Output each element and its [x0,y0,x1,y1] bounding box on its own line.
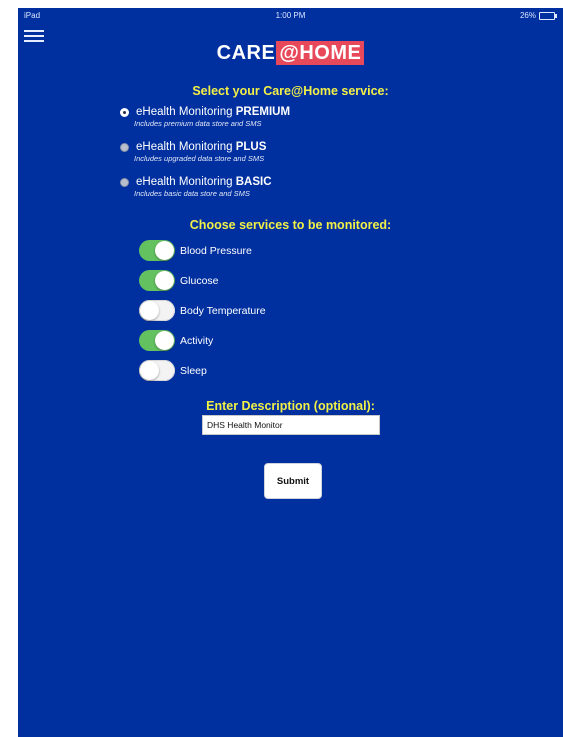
toggle-label: Blood Pressure [180,244,252,257]
toggle-label: Sleep [180,364,207,377]
logo-care-text: CARE [216,42,276,64]
radio-button-icon[interactable] [120,142,129,152]
radio-button-icon[interactable] [120,107,129,117]
toggle-row-glucose[interactable]: Glucose [139,270,219,291]
description-input[interactable] [202,415,380,435]
toggle-label: Activity [180,334,214,347]
activity-toggle[interactable] [139,330,175,351]
radio-label: eHealth Monitoring BASIC [136,176,272,188]
toggle-row-sleep[interactable]: Sleep [139,360,207,381]
toggle-label: Glucose [180,274,219,287]
logo-home-text: @HOME [276,41,365,65]
sleep-toggle[interactable] [139,360,175,381]
battery-indicator: 26% [519,11,557,20]
battery-icon [539,11,557,20]
service-section-title: Select your Care@Home service: [192,84,389,98]
app-logo: CARE @HOME [18,41,563,65]
submit-button[interactable]: Submit [264,463,322,499]
radio-subtitle: Includes premium data store and SMS [134,119,262,128]
glucose-toggle[interactable] [139,270,175,291]
body-temperature-toggle[interactable] [139,300,175,321]
radio-subtitle: Includes upgraded data store and SMS [134,154,265,163]
radio-subtitle: Includes basic data store and SMS [134,189,250,198]
toggle-row-body-temperature[interactable]: Body Temperature [139,300,266,321]
monitor-section-title: Choose services to be monitored: [189,218,392,232]
battery-percent: 26% [519,11,536,20]
description-section-title: Enter Description (optional): [206,399,375,413]
radio-option-premium[interactable]: eHealth Monitoring PREMIUM Includes prem… [120,106,290,128]
radio-option-plus[interactable]: eHealth Monitoring PLUS Includes upgrade… [120,141,266,163]
radio-option-basic[interactable]: eHealth Monitoring BASIC Includes basic … [120,176,272,198]
radio-label: eHealth Monitoring PLUS [136,141,267,153]
blood-pressure-toggle[interactable] [139,240,175,261]
toggle-label: Body Temperature [180,304,266,317]
toggle-row-blood-pressure[interactable]: Blood Pressure [139,240,252,261]
toggle-row-activity[interactable]: Activity [139,330,213,351]
status-time: 1:00 PM [275,11,306,20]
app-screen: iPad 1:00 PM 26% CARE @HOME Select your C… [18,8,563,737]
radio-button-icon[interactable] [120,177,129,187]
radio-label: eHealth Monitoring PREMIUM [136,106,291,118]
status-bar: iPad 1:00 PM 26% [18,8,563,24]
